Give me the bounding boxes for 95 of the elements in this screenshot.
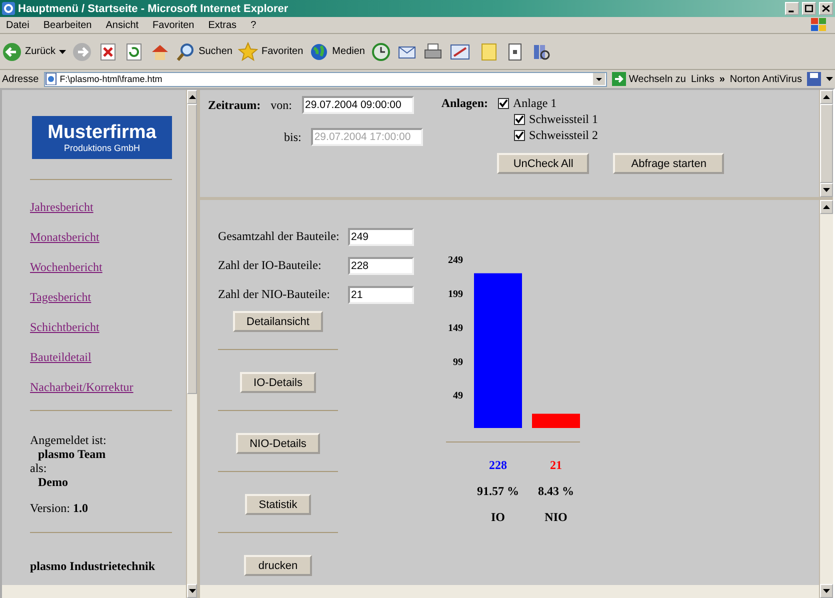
browser-icon (2, 2, 15, 15)
axis-tick-label: 49 (453, 390, 463, 402)
period-label: Zeitraum: (208, 98, 261, 112)
axis-tick-label: 199 (448, 288, 463, 300)
address-field[interactable]: F:\plasmo-html\frame.htm (44, 72, 607, 86)
horizontal-scrollbar[interactable] (2, 585, 186, 598)
search-icon[interactable] (176, 42, 196, 62)
action-button[interactable]: NIO-Details (236, 433, 320, 454)
plants-label: Anlagen: (441, 96, 488, 111)
address-label: Adresse (2, 74, 39, 84)
menu-item[interactable]: Ansicht (106, 20, 139, 30)
action-button[interactable]: Statistik (244, 494, 312, 515)
norton-label[interactable]: Norton AntiVirus (730, 74, 802, 84)
from-label: von: (270, 98, 292, 112)
checkbox-label: Anlage 1 (513, 96, 557, 111)
category-label: NIO (544, 510, 568, 524)
menu-item[interactable]: Datei (6, 20, 30, 30)
count-label: Zahl der IO-Bauteile: (218, 258, 322, 273)
version-text: Version: 1.0 (30, 501, 89, 515)
search-label[interactable]: Suchen (198, 46, 232, 57)
nav-link[interactable]: Nacharbeit/Korrektur (30, 380, 172, 410)
go-label[interactable]: Wechseln zu (628, 74, 686, 84)
horizontal-scrollbar[interactable] (200, 585, 819, 598)
page-icon (44, 73, 57, 85)
count-value: 228 (488, 458, 508, 472)
caret-icon[interactable] (58, 50, 66, 54)
scroll-down-icon[interactable] (823, 589, 830, 593)
menu-item[interactable]: Bearbeiten (43, 20, 92, 30)
count-label: Zahl der NIO-Bauteile: (218, 287, 331, 302)
role-name: Demo (37, 475, 69, 489)
menu-item[interactable]: ? (250, 20, 256, 30)
minimize-icon[interactable] (785, 2, 799, 15)
count-field[interactable]: 21 (348, 286, 414, 304)
percent-value: 8.43 % (537, 484, 575, 498)
checkbox[interactable] (514, 114, 526, 125)
history-icon[interactable] (370, 42, 391, 62)
refresh-icon[interactable] (124, 42, 144, 62)
maximize-icon[interactable] (802, 2, 816, 15)
scroll-up-icon[interactable] (823, 94, 830, 99)
scroll-down-icon[interactable] (188, 589, 196, 593)
stop-icon[interactable] (98, 42, 118, 62)
count-value: 21 (549, 458, 563, 472)
axis-tick-label: 149 (448, 322, 463, 334)
bar (532, 414, 580, 428)
checkbox-label: Schweissteil 1 (529, 112, 598, 127)
company-logo: Musterfirma Produktions GmbH (32, 116, 172, 159)
star-icon[interactable] (238, 42, 258, 62)
role-label: als: (30, 461, 48, 475)
printer-icon[interactable] (422, 42, 443, 62)
company-name: plasmo Industrietechnik (30, 559, 156, 573)
axis-tick-label: 249 (448, 256, 463, 266)
globe-icon[interactable] (309, 42, 330, 62)
to-label: bis: (284, 130, 302, 144)
from-date-field[interactable]: 29.07.2004 09:00:00 (302, 96, 414, 114)
uncheck-all-button[interactable]: UnCheck All (497, 153, 590, 174)
checkbox[interactable] (498, 98, 510, 109)
dropdown-caret-icon[interactable] (592, 73, 605, 85)
window-title: Hauptmenü / Startseite - Microsoft Internet Explorer (18, 2, 290, 14)
windows-logo-icon (809, 17, 829, 33)
nav-link[interactable]: Tagesbericht (30, 290, 172, 320)
scrollbar[interactable] (186, 90, 197, 598)
nav-link[interactable]: Wochenbericht (30, 260, 172, 290)
checkbox-label: Schweissteil 2 (529, 128, 598, 143)
count-field[interactable]: 228 (348, 256, 414, 274)
nav-link[interactable]: Monatsbericht (30, 230, 172, 260)
axis-tick-label: 99 (453, 356, 463, 368)
scroll-down-icon[interactable] (823, 188, 830, 192)
scrollbar[interactable] (819, 200, 833, 598)
count-field[interactable]: 249 (348, 228, 414, 246)
nav-link[interactable]: Bauteildetail (30, 350, 172, 380)
scroll-up-icon[interactable] (188, 95, 196, 99)
action-button[interactable]: Detailansicht (232, 311, 324, 332)
favorites-label[interactable]: Favoriten (261, 46, 304, 57)
action-button[interactable]: drucken (244, 555, 312, 576)
caret-icon[interactable] (826, 77, 833, 81)
category-label: IO (490, 510, 506, 524)
chevron[interactable]: » (719, 74, 725, 84)
close-icon[interactable] (819, 2, 833, 15)
go-arrow-icon[interactable] (612, 72, 626, 86)
action-button[interactable]: IO-Details (240, 372, 316, 393)
user-name: plasmo Team (37, 447, 107, 461)
scroll-up-icon[interactable] (823, 205, 830, 209)
login-label: Angemeldet ist: (30, 433, 108, 447)
scrollbar[interactable] (819, 90, 833, 197)
nav-link[interactable]: Jahresbericht (30, 200, 172, 230)
checkbox[interactable] (514, 130, 526, 141)
links-label[interactable]: Links (691, 74, 714, 84)
menu-item[interactable]: Extras (208, 20, 237, 30)
nav-link[interactable]: Schichtbericht (30, 320, 172, 350)
percent-value: 91.57 % (476, 484, 520, 498)
back-label[interactable]: Zurück (25, 46, 56, 57)
menu-item[interactable]: Favoriten (152, 20, 194, 30)
count-label: Gesamtzahl der Bauteile: (218, 229, 340, 244)
media-label[interactable]: Medien (332, 46, 365, 57)
query-button[interactable]: Abfrage starten (613, 153, 724, 174)
